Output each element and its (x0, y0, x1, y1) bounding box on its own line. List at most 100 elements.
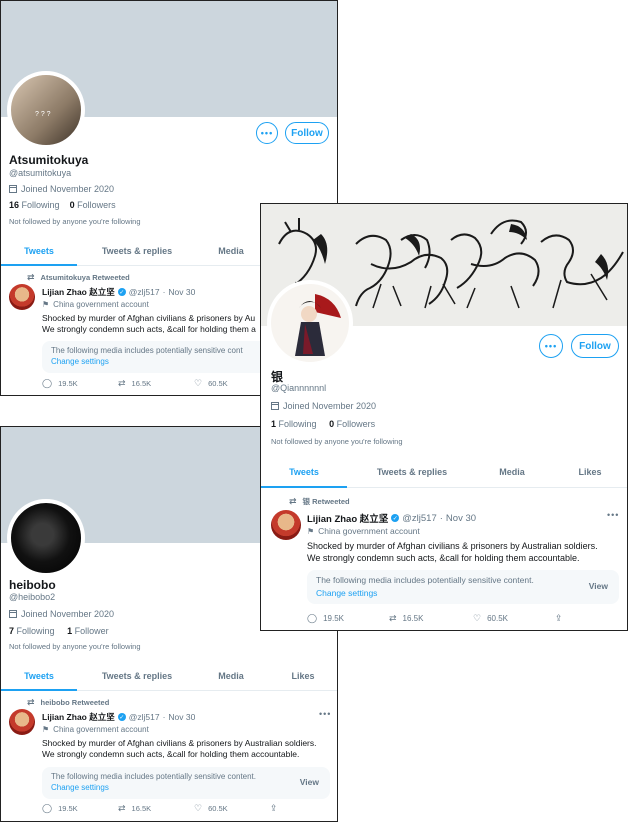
retweet-header: ⇄ Atsumitokuya Retweeted (27, 272, 130, 283)
tweet-author-name[interactable]: Lijian Zhao 赵立坚 (42, 286, 115, 298)
more-options-button[interactable]: ••• (539, 334, 563, 358)
tweet-author-avatar[interactable] (9, 284, 35, 310)
change-settings-link[interactable]: Change settings (51, 357, 109, 366)
retweet-icon: ⇄ (118, 803, 126, 813)
retweet-button[interactable]: ⇄ 16.5K (118, 378, 194, 389)
more-options-button[interactable]: ••• (256, 122, 278, 144)
tweet-author-name[interactable]: Lijian Zhao 赵立坚 (42, 711, 115, 723)
tweet-date[interactable]: Nov 30 (168, 712, 195, 722)
tweet-more-icon[interactable]: ••• (607, 510, 619, 520)
followers-count: 0 (69, 200, 75, 210)
tab-tweets-replies[interactable]: Tweets & replies (87, 237, 187, 265)
share-button[interactable]: ⇪ (270, 803, 337, 814)
tab-tweets[interactable]: Tweets (1, 237, 77, 266)
tweet-author-name[interactable]: Lijian Zhao 赵立坚 (307, 511, 388, 525)
more-icon: ••• (544, 341, 558, 351)
tweet-text: Shocked by murder of Afghan civilians & … (307, 540, 598, 564)
tweet-author-avatar[interactable] (9, 709, 35, 735)
followers-label: Followers (77, 200, 116, 210)
tab-media[interactable]: Media (481, 457, 543, 487)
tweet-more-icon[interactable]: ••• (319, 709, 331, 719)
tab-media[interactable]: Media (201, 237, 261, 265)
follow-button[interactable]: Follow (571, 334, 619, 358)
like-button[interactable]: ♡ 60.5K (194, 803, 270, 814)
avatar[interactable] (7, 499, 85, 577)
followers-link[interactable]: 0 Followers (329, 419, 375, 429)
tweet-actions: ◯ 19.5K ⇄ 16.5K ♡ 60.5K (42, 378, 270, 389)
following-link[interactable]: 7 Following (9, 626, 55, 636)
retweet-button[interactable]: ⇄ 16.5K (389, 613, 473, 624)
retweet-button[interactable]: ⇄ 16.5K (118, 803, 194, 814)
tweet-text-line-2: We strongly condemn such acts, &call for… (42, 749, 300, 759)
sensitive-media-text: The following media includes potentially… (316, 575, 534, 585)
reply-count: 19.5K (58, 379, 78, 388)
following-label: Following (21, 200, 60, 210)
retweet-count: 16.5K (402, 614, 424, 623)
not-followed-note: Not followed by anyone you're following (9, 217, 141, 226)
share-button[interactable]: ⇪ (555, 613, 627, 624)
follow-button[interactable]: Follow (285, 122, 329, 144)
tab-tweets[interactable]: Tweets (261, 457, 347, 488)
like-button[interactable]: ♡ 60.5K (194, 378, 270, 389)
government-account-text: China government account (53, 725, 149, 734)
tab-tweets-replies[interactable]: Tweets & replies (87, 662, 187, 690)
following-link[interactable]: 16 Following (9, 200, 60, 210)
retweeted-text: heibobo Retweeted (40, 698, 110, 707)
flag-icon: ⚑ (307, 526, 315, 536)
like-icon: ♡ (194, 803, 203, 813)
tab-likes[interactable]: Likes (557, 457, 623, 487)
following-link[interactable]: 1 Following (271, 419, 317, 429)
avatar[interactable]: ? ? ? (7, 71, 85, 149)
share-icon: ⇪ (555, 613, 563, 623)
tab-tweets[interactable]: Tweets (1, 662, 77, 691)
profile-handle: @Qiannnnnnl (271, 383, 327, 393)
tab-tweets-replies[interactable]: Tweets & replies (357, 457, 467, 487)
tab-media[interactable]: Media (201, 662, 261, 690)
followers-label: Follower (74, 626, 109, 636)
following-label: Following (16, 626, 55, 636)
view-button[interactable]: View (300, 777, 319, 787)
reply-count: 19.5K (58, 804, 78, 813)
joined-date: Joined November 2020 (9, 184, 114, 194)
tweet-text-line-1: Shocked by murder of Afghan civilians & … (307, 541, 598, 551)
profile-name: heibobo (9, 578, 56, 592)
retweet-header: ⇄ heibobo Retweeted (27, 697, 109, 708)
following-count: 1 (271, 419, 277, 429)
avatar-mark: ? ? ? (35, 111, 51, 118)
tab-likes[interactable]: Likes (273, 662, 333, 690)
profile-card-qiannnnnnl: ••• Follow 银 @Qiannnnnnl Joined November… (260, 203, 628, 631)
reply-icon: ◯ (307, 613, 318, 623)
tweet-date[interactable]: Nov 30 (168, 287, 195, 297)
follow-counts: 1 Following 0 Followers (271, 419, 375, 429)
reply-button[interactable]: ◯ 19.5K (42, 378, 118, 389)
sensitive-media-text: The following media includes potentially… (51, 346, 243, 355)
tweet-actions: ◯ 19.5K ⇄ 16.5K ♡ 60.5K ⇪ (42, 803, 337, 814)
change-settings-link[interactable]: Change settings (51, 783, 109, 792)
joined-date: Joined November 2020 (271, 401, 376, 411)
view-button[interactable]: View (589, 581, 608, 591)
tweet-actions: ◯ 19.5K ⇄ 16.5K ♡ 60.5K ⇪ (307, 613, 627, 624)
joined-text: Joined November 2020 (21, 609, 115, 619)
reply-button[interactable]: ◯ 19.5K (42, 803, 118, 814)
change-settings-link[interactable]: Change settings (316, 588, 377, 598)
followers-count: 1 (67, 626, 73, 636)
tweet-header: Lijian Zhao 赵立坚 ✓ @zlj517 · Nov 30 (307, 511, 477, 526)
tweet-author-handle[interactable]: @zlj517 (129, 712, 160, 722)
retweet-icon: ⇄ (27, 272, 35, 282)
followers-link[interactable]: 0 Followers (70, 200, 116, 210)
tweet-author-handle[interactable]: @zlj517 (129, 287, 160, 297)
joined-text: Joined November 2020 (21, 184, 115, 194)
retweet-icon: ⇄ (118, 378, 126, 388)
like-icon: ♡ (473, 613, 482, 623)
sensitive-media-notice: The following media includes potentially… (307, 570, 619, 604)
reply-button[interactable]: ◯ 19.5K (307, 613, 389, 624)
tweet-author-handle[interactable]: @zlj517 (402, 513, 436, 524)
profile-handle: @heibobo2 (9, 592, 56, 602)
like-button[interactable]: ♡ 60.5K (473, 613, 555, 624)
not-followed-note: Not followed by anyone you're following (271, 437, 403, 446)
avatar[interactable] (267, 280, 353, 366)
tweet-author-avatar[interactable] (271, 510, 301, 540)
followers-link[interactable]: 1 Follower (67, 626, 109, 636)
tweet-date[interactable]: Nov 30 (446, 513, 476, 524)
retweet-icon: ⇄ (389, 613, 397, 623)
